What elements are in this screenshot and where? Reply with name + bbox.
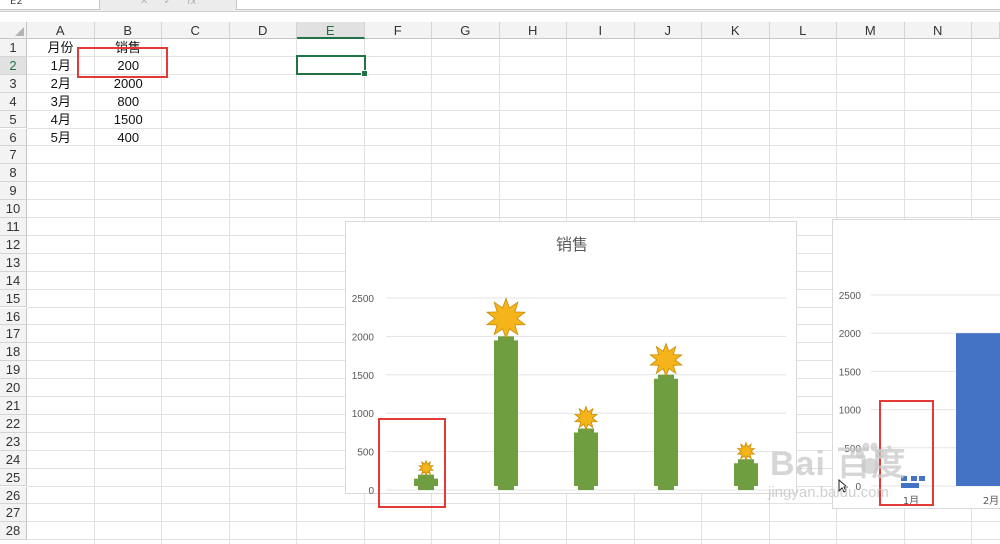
y-tick-label: 2500 <box>839 291 862 302</box>
chart-bar <box>574 428 598 490</box>
y-tick-label: 0 <box>368 486 374 495</box>
cell-sales[interactable]: 1500 <box>95 111 163 129</box>
bar-star-icon <box>485 297 527 340</box>
chart-bar <box>654 374 678 490</box>
gridline-horizontal <box>27 109 1000 111</box>
gridline-horizontal <box>27 539 1000 541</box>
row-header-8[interactable]: 8 <box>0 164 27 183</box>
row-header-5[interactable]: 5 <box>0 110 27 129</box>
row-header-26[interactable]: 26 <box>0 486 27 505</box>
gridline-horizontal <box>27 521 1000 523</box>
column-header-g[interactable]: G <box>432 22 500 39</box>
cancel-icon[interactable]: ✕ <box>140 0 148 7</box>
selected-cell-e2[interactable] <box>296 55 368 77</box>
mouse-cursor-icon <box>838 479 848 493</box>
row-header-23[interactable]: 23 <box>0 432 27 451</box>
row-header-4[interactable]: 4 <box>0 92 27 111</box>
row-header-3[interactable]: 3 <box>0 74 27 93</box>
row-header-7[interactable]: 7 <box>0 146 27 165</box>
chart-bar <box>956 333 1000 486</box>
row-header-9[interactable]: 9 <box>0 182 27 201</box>
row-header-25[interactable]: 25 <box>0 468 27 487</box>
row-header-6[interactable]: 6 <box>0 128 27 147</box>
gridline-horizontal <box>27 73 1000 75</box>
column-header-m[interactable]: M <box>837 22 905 39</box>
spreadsheet-app: E2 ✕ ✓ fx ABCDEFGHIJKLMN 1 2 3 4 5 6 7 8 9 10 11 12… <box>0 0 1000 544</box>
chart-title: 销售 <box>556 235 588 254</box>
select-all-corner[interactable] <box>0 22 27 39</box>
column-header-k[interactable]: K <box>702 22 770 39</box>
row-header-28[interactable]: 28 <box>0 522 27 541</box>
gridline-horizontal <box>27 199 1000 201</box>
row-header-12[interactable]: 12 <box>0 235 27 254</box>
y-tick-label: 2000 <box>839 329 862 340</box>
cell-sales[interactable]: 400 <box>95 129 163 147</box>
cell-month[interactable]: 4月 <box>27 111 95 129</box>
formula-buttons: ✕ ✓ fx <box>130 0 230 10</box>
cell-month[interactable]: 3月 <box>27 93 95 111</box>
formula-bar: E2 ✕ ✓ fx <box>0 0 1000 12</box>
gridline-horizontal <box>27 127 1000 129</box>
y-tick-label: 1500 <box>352 371 375 382</box>
column-header-n[interactable]: N <box>904 22 972 39</box>
row-header-18[interactable]: 18 <box>0 343 27 362</box>
row-header-10[interactable]: 10 <box>0 200 27 218</box>
chart-bar <box>734 459 758 490</box>
y-tick-label: 2500 <box>352 294 375 305</box>
row-header-16[interactable]: 16 <box>0 307 27 326</box>
x-tick-label: 2月 <box>983 495 999 507</box>
row-header-27[interactable]: 27 <box>0 504 27 523</box>
gridline-horizontal <box>27 55 1000 57</box>
highlight-chart2-jan <box>879 400 934 506</box>
column-header-f[interactable]: F <box>364 22 432 39</box>
name-box[interactable]: E2 <box>0 0 100 10</box>
row-header-19[interactable]: 19 <box>0 361 27 380</box>
gridline-horizontal <box>27 217 1000 218</box>
column-header-l[interactable]: L <box>769 22 837 39</box>
bar-star-icon <box>649 342 683 378</box>
row-header-17[interactable]: 17 <box>0 325 27 344</box>
column-header-b[interactable]: B <box>94 22 162 39</box>
y-tick-label: 500 <box>357 448 374 459</box>
fx-icon[interactable]: fx <box>187 0 196 7</box>
cell-sales[interactable]: 800 <box>95 93 163 111</box>
confirm-icon[interactable]: ✓ <box>164 0 172 7</box>
y-tick-label: 0 <box>855 482 861 493</box>
row-header-21[interactable]: 21 <box>0 397 27 415</box>
gridline-horizontal <box>27 163 1000 165</box>
row-header-1[interactable]: 1 <box>0 39 27 57</box>
column-header-overflow <box>972 22 1000 39</box>
y-tick-label: 1000 <box>352 409 375 420</box>
column-header-c[interactable]: C <box>162 22 230 39</box>
chart-bar <box>494 336 518 490</box>
bar-star-icon <box>573 405 599 431</box>
highlight-b2 <box>77 47 168 78</box>
formula-input[interactable] <box>236 0 1000 10</box>
row-header-2[interactable]: 2 <box>0 56 27 75</box>
column-header-h[interactable]: H <box>499 22 567 39</box>
highlight-chart1-jan <box>378 418 446 508</box>
column-header-a[interactable]: A <box>27 22 95 39</box>
gridline-horizontal <box>27 91 1000 93</box>
gridline-horizontal <box>27 181 1000 183</box>
row-header-15[interactable]: 15 <box>0 289 27 308</box>
y-tick-label: 500 <box>844 444 861 455</box>
y-tick-label: 1000 <box>839 406 862 417</box>
column-header-j[interactable]: J <box>634 22 702 39</box>
row-header-22[interactable]: 22 <box>0 414 27 433</box>
row-header-24[interactable]: 24 <box>0 450 27 469</box>
column-header-d[interactable]: D <box>229 22 297 39</box>
row-header-14[interactable]: 14 <box>0 271 27 290</box>
row-header-20[interactable]: 20 <box>0 379 27 397</box>
cell-month[interactable]: 5月 <box>27 129 95 147</box>
gridline-horizontal <box>27 145 1000 147</box>
y-tick-label: 2000 <box>352 332 375 343</box>
y-tick-label: 1500 <box>839 367 862 378</box>
row-header-11[interactable]: 11 <box>0 218 27 236</box>
column-header-e[interactable]: E <box>297 22 365 39</box>
row-header-13[interactable]: 13 <box>0 253 27 272</box>
column-header-i[interactable]: I <box>567 22 635 39</box>
